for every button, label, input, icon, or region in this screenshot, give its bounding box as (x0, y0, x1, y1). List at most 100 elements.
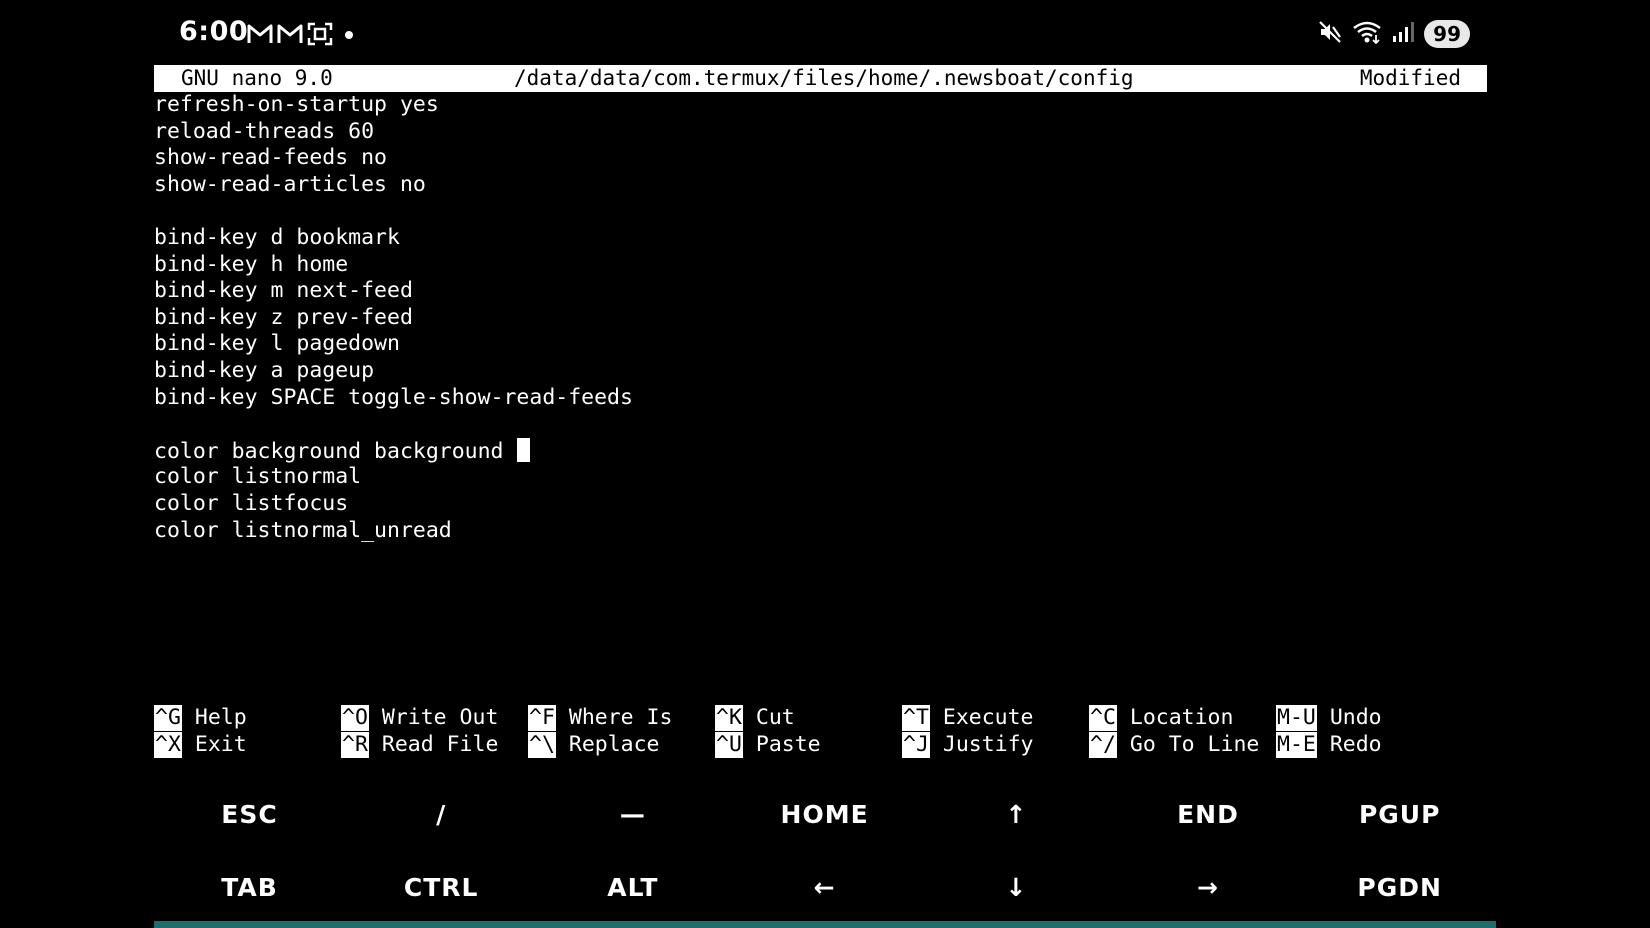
text-cursor (516, 437, 530, 462)
shortcut-label: Paste (755, 732, 821, 757)
home-key[interactable]: HOME (729, 778, 920, 850)
esc-key[interactable]: ESC (154, 778, 345, 850)
shortcut-read-file[interactable]: ^R Read File (341, 731, 498, 758)
shortcut-key: ^C (1089, 704, 1117, 731)
shortcut-label: Justify (942, 732, 1034, 757)
shortcut-key: ^X (154, 731, 182, 758)
shortcut-where-is[interactable]: ^F Where Is (528, 704, 672, 731)
alt-key[interactable]: ALT (537, 851, 728, 923)
shortcut-key: ^/ (1089, 731, 1117, 758)
shortcut-label: Redo (1329, 732, 1382, 757)
shortcut-paste[interactable]: ^U Paste (715, 731, 821, 758)
shortcut-cut[interactable]: ^K Cut (715, 704, 795, 731)
shortcut-key: ^O (341, 704, 369, 731)
editor-line[interactable]: color listnormal_unread (154, 518, 1487, 545)
shortcut-write-out[interactable]: ^O Write Out (341, 704, 498, 731)
right-arrow-key[interactable]: → (1113, 851, 1304, 923)
shortcut-key: ^F (528, 704, 556, 731)
editor-line-text: color listfocus (154, 490, 349, 516)
editor-area[interactable]: refresh-on-startup yes reload-threads 60 s… (154, 92, 1487, 544)
dash-key[interactable]: — (537, 778, 728, 850)
wifi-icon (1352, 20, 1382, 48)
editor-line[interactable]: reload-threads 60 (154, 119, 1487, 146)
editor-line[interactable]: bind-key h home (154, 252, 1487, 279)
shortcut-row-1: ^G Help ^O Write Out ^F Where Is ^K Cut ^T Execut… (154, 704, 1487, 731)
editor-line-text: color listnormal (154, 464, 362, 490)
end-key[interactable]: END (1113, 778, 1304, 850)
shortcut-key: ^T (902, 704, 930, 731)
editor-line[interactable]: color listnormal (154, 464, 1487, 491)
editor-line[interactable]: bind-key m next-feed (154, 278, 1487, 305)
editor-line-text: bind-key SPACE toggle-show-read-feeds (154, 384, 633, 410)
editor-line[interactable]: refresh-on-startup yes (154, 92, 1487, 119)
status-bar: 6:00 99 (0, 0, 1650, 66)
shortcut-key: ^G (154, 704, 182, 731)
shortcut-key: ^K (715, 704, 743, 731)
shortcut-label: Location (1129, 705, 1234, 730)
editor-line-text: bind-key d bookmark (154, 224, 400, 250)
left-arrow-key[interactable]: ← (729, 851, 920, 923)
editor-line[interactable]: color listfocus (154, 491, 1487, 518)
shortcut-label: Exit (194, 732, 247, 757)
shortcut-execute[interactable]: ^T Execute (902, 704, 1034, 731)
shortcut-exit[interactable]: ^X Exit (154, 731, 247, 758)
shortcut-key: ^R (341, 731, 369, 758)
shortcut-replace[interactable]: ^\ Replace (528, 731, 660, 758)
dot-icon (337, 24, 357, 44)
system-icons: 99 (1318, 20, 1470, 48)
gmail-icon (247, 23, 273, 45)
editor-line-text: bind-key h home (154, 251, 349, 277)
shortcut-label: Where Is (568, 705, 673, 730)
shortcut-location[interactable]: ^C Location (1089, 704, 1233, 731)
editor-line[interactable]: bind-key a pageup (154, 358, 1487, 385)
editor-line[interactable]: bind-key SPACE toggle-show-read-feeds (154, 385, 1487, 412)
terminal-window[interactable]: GNU nano 9.0 /data/data/com.termux/files… (154, 65, 1487, 544)
editor-line-text: bind-key l pagedown (154, 331, 400, 357)
pgup-key[interactable]: PGUP (1304, 778, 1495, 850)
screenshot-icon (307, 22, 333, 46)
notification-icons (247, 22, 357, 46)
shortcut-undo[interactable]: M-U Undo (1276, 704, 1382, 731)
editor-line-text: color listnormal_unread (154, 517, 452, 543)
editor-line[interactable]: bind-key l pagedown (154, 331, 1487, 358)
pgdn-key[interactable]: PGDN (1304, 851, 1495, 923)
shortcut-bar: ^G Help ^O Write Out ^F Where Is ^K Cut ^T Execut… (154, 704, 1487, 758)
editor-line[interactable]: bind-key z prev-feed (154, 305, 1487, 332)
shortcut-justify[interactable]: ^J Justify (902, 731, 1034, 758)
shortcut-help[interactable]: ^G Help (154, 704, 247, 731)
editor-line[interactable]: show-read-articles no (154, 172, 1487, 199)
shortcut-key: M-E (1276, 731, 1317, 758)
up-arrow-key[interactable]: ↑ (921, 778, 1112, 850)
status-time: 6:00 (179, 16, 249, 47)
shortcut-label: Undo (1329, 705, 1382, 730)
tab-key[interactable]: TAB (154, 851, 345, 923)
bottom-accent-bar (154, 921, 1496, 928)
nano-title-bar: GNU nano 9.0 /data/data/com.termux/files… (154, 65, 1487, 92)
editor-line-text: show-read-articles no (154, 171, 426, 197)
editor-line[interactable]: bind-key d bookmark (154, 225, 1487, 252)
editor-line-text: bind-key a pageup (154, 357, 375, 383)
editor-line-text: bind-key z prev-feed (154, 304, 413, 330)
shortcut-key: M-U (1276, 704, 1317, 731)
shortcut-label: Help (194, 705, 247, 730)
shortcut-label: Go To Line (1129, 732, 1260, 757)
app-version: GNU nano 9.0 (181, 66, 333, 90)
editor-line[interactable]: color background background (154, 437, 1487, 465)
extra-keys-row-2: TAB CTRL ALT ← ↓ → PGDN (154, 851, 1496, 923)
extra-keys-row-1: ESC / — HOME ↑ END PGUP (154, 778, 1496, 850)
editor-line[interactable]: show-read-feeds no (154, 145, 1487, 172)
shortcut-go-to-line[interactable]: ^/ Go To Line (1089, 731, 1259, 758)
shortcut-key: ^U (715, 731, 743, 758)
modified-status: Modified (1359, 66, 1461, 90)
shortcut-label: Replace (568, 732, 660, 757)
shortcut-label: Read File (381, 732, 499, 757)
down-arrow-key[interactable]: ↓ (921, 851, 1112, 923)
gmail-icon (277, 23, 303, 45)
editor-line[interactable] (154, 198, 1487, 225)
shortcut-row-2: ^X Exit ^R Read File ^\ Replace ^U Paste ^J Justi… (154, 731, 1487, 758)
slash-key[interactable]: / (346, 778, 537, 850)
shortcut-redo[interactable]: M-E Redo (1276, 731, 1382, 758)
ctrl-key[interactable]: CTRL (346, 851, 537, 923)
shortcut-label: Execute (942, 705, 1034, 730)
editor-line[interactable] (154, 411, 1487, 438)
